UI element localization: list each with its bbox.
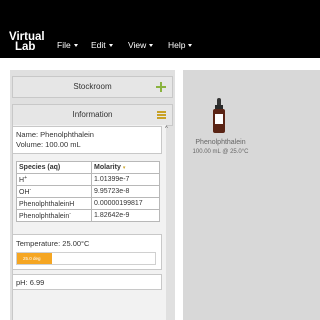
plus-icon[interactable] [156, 82, 166, 92]
workbench[interactable] [183, 70, 320, 320]
information-panel [12, 125, 166, 320]
information-header[interactable]: Information [12, 104, 173, 126]
solution-summary: Name: Phenolphthalein Volume: 100.00 mL [12, 126, 162, 154]
menu-file[interactable]: File [57, 40, 78, 50]
temperature-slider[interactable]: 25.0 deg [16, 252, 156, 265]
top-bar: Virtual Lab File Edit View Help [0, 0, 320, 58]
workbench-item-info: 100.00 mL @ 25.0°C [192, 149, 249, 155]
species-header: Species (aq) [16, 161, 92, 174]
information-title: Information [72, 110, 113, 119]
menu-help[interactable]: Help [168, 40, 193, 50]
stockroom-header[interactable]: Stockroom [12, 76, 173, 98]
species-molarity: 0.00000199817 [91, 197, 160, 210]
sort-icon[interactable]: ▾ [123, 165, 126, 171]
slider-value: 25.0 deg [23, 256, 41, 261]
ph-label: pH: 6.99 [16, 278, 45, 287]
solution-volume: Volume: 100.00 mL [16, 140, 81, 149]
bottle-icon[interactable] [213, 98, 225, 134]
chevron-down-icon [149, 44, 154, 48]
species-name: PhenolphthaleinH [16, 197, 92, 210]
stockroom-title: Stockroom [73, 82, 112, 91]
chevron-down-icon [73, 44, 78, 48]
table-row: Phenolphthalein- 1.82642e-9 [16, 209, 160, 222]
species-name: H+ [16, 173, 92, 186]
app-logo: Virtual Lab [9, 31, 45, 53]
table-row: OH- 9.95723e-8 [16, 185, 160, 198]
species-header-row: Species (aq) Molarity ▾ [16, 161, 160, 174]
species-molarity: 9.95723e-8 [91, 185, 160, 198]
species-name: Phenolphthalein- [16, 209, 92, 222]
menu-icon[interactable] [157, 111, 166, 119]
species-molarity: 1.01399e-7 [91, 173, 160, 186]
workbench-item-name[interactable]: Phenolphthalein [183, 139, 258, 146]
table-row: PhenolphthaleinH 0.00000199817 [16, 197, 160, 210]
solution-name: Name: Phenolphthalein [16, 130, 94, 139]
menu-view[interactable]: View [128, 40, 154, 50]
menu-edit[interactable]: Edit [91, 40, 113, 50]
species-molarity: 1.82642e-9 [91, 209, 160, 222]
logo-line-2: Lab [15, 40, 36, 53]
temperature-label: Temperature: 25.00°C [16, 239, 90, 248]
molarity-header[interactable]: Molarity ▾ [91, 161, 160, 174]
chevron-down-icon [188, 44, 193, 48]
scroll-up-icon[interactable]: ^ [165, 126, 171, 132]
species-name: OH- [16, 185, 92, 198]
chevron-down-icon [108, 44, 113, 48]
species-table: Species (aq) Molarity ▾ H+ 1.01399e-7 OH-… [16, 161, 160, 222]
table-row: H+ 1.01399e-7 [16, 173, 160, 186]
ph-box: pH: 6.99 [12, 274, 162, 290]
